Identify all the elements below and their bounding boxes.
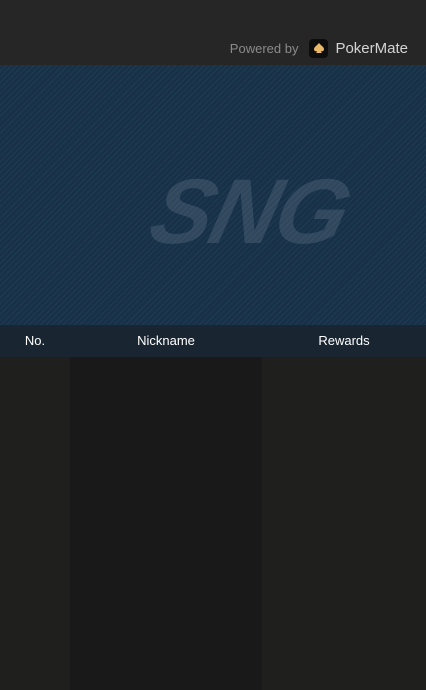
- powered-by-label: Powered by: [229, 40, 299, 56]
- brand-name: PokerMate: [335, 39, 408, 57]
- top-bar: Powered by PokerMate: [0, 0, 426, 65]
- column-header-rewards: Rewards: [318, 333, 370, 348]
- spade-icon: [309, 38, 329, 58]
- nickname-column: [70, 357, 262, 690]
- powered-by-badge: Powered by PokerMate: [230, 38, 408, 58]
- column-header-no: No.: [24, 333, 46, 348]
- column-header-nickname: Nickname: [137, 333, 195, 348]
- rewards-column: [262, 357, 426, 690]
- sng-watermark: SNG: [141, 159, 360, 262]
- table-header: No. Nickname Rewards: [0, 325, 426, 357]
- sng-banner: SNG: [0, 65, 426, 325]
- no-column: [0, 357, 70, 690]
- sng-watermark-text: SNG: [141, 159, 360, 262]
